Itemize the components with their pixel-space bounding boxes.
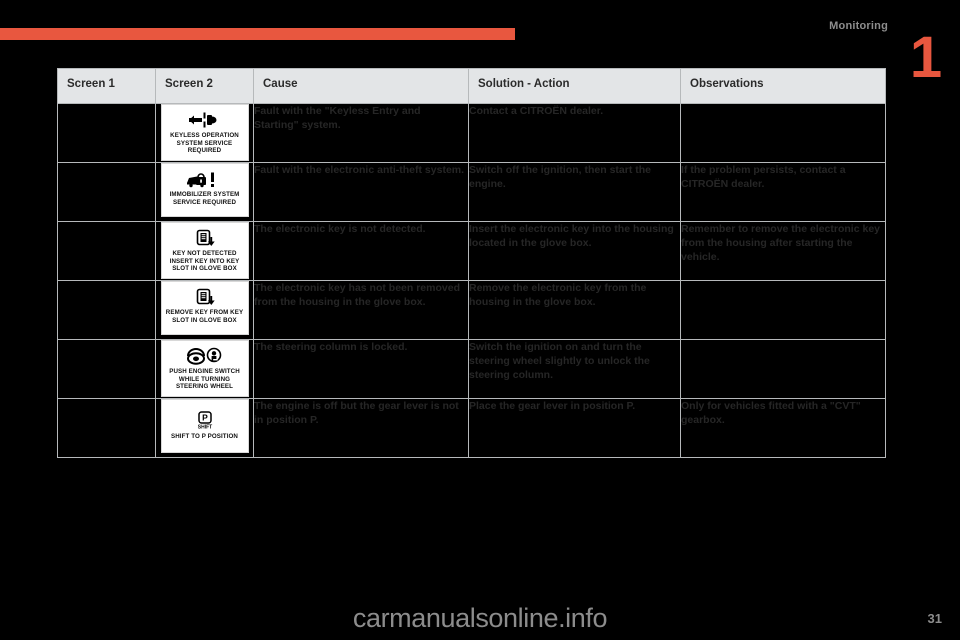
watermark: carmanualsonline.info [352, 603, 608, 633]
table-row: REMOVE KEY FROM KEY SLOT IN GLOVE BOX Th… [57, 280, 886, 340]
solution-cell: Insert the electronic key into the housi… [468, 221, 681, 281]
badge-text: REMOVE KEY FROM KEY SLOT IN GLOVE BOX [165, 309, 244, 324]
cause-cell: Fault with the electronic anti-theft sys… [253, 162, 469, 222]
table-row: P SHIFT SHIFT TO P POSITION The engine i… [57, 398, 886, 458]
badge-text: KEYLESS OPERATION SYSTEM SERVICE REQUIRE… [170, 132, 239, 155]
section-title: Monitoring [829, 20, 888, 32]
page-number: 31 [927, 611, 942, 626]
observations-cell [680, 280, 886, 340]
cause-cell: The steering column is locked. [253, 339, 469, 399]
screen1-cell [57, 103, 156, 163]
screen1-cell [57, 398, 156, 458]
solution-cell: Remove the electronic key from the housi… [468, 280, 681, 340]
column-header-screen1: Screen 1 [57, 68, 156, 104]
table-body: KEYLESS OPERATION SYSTEM SERVICE REQUIRE… [57, 103, 886, 458]
chapter-number-tab: 1 [909, 25, 943, 90]
observations-cell: Remember to remove the electronic key fr… [680, 221, 886, 281]
display-badge: PUSH ENGINE SWITCH WHILE TURNING STEERIN… [160, 340, 249, 397]
display-badge: IMMOBILIZER SYSTEM SERVICE REQUIRED [160, 163, 249, 217]
svg-text:SHIFT: SHIFT [197, 424, 211, 430]
badge-text: IMMOBILIZER SYSTEM SERVICE REQUIRED [169, 191, 240, 206]
screen1-cell [57, 221, 156, 281]
column-header-solution: Solution - Action [468, 68, 681, 104]
display-badge: KEYLESS OPERATION SYSTEM SERVICE REQUIRE… [160, 104, 249, 161]
solution-cell: Switch the ignition on and turn the stee… [468, 339, 681, 399]
screen2-cell: IMMOBILIZER SYSTEM SERVICE REQUIRED [155, 162, 254, 222]
observations-cell [680, 339, 886, 399]
cause-cell: The electronic key is not detected. [253, 221, 469, 281]
display-badge: KEY NOT DETECTED INSERT KEY INTO KEY SLO… [160, 222, 249, 279]
observations-cell: If the problem persists, contact a CITRO… [680, 162, 886, 222]
diagnostics-table: Screen 1 Screen 2 Cause Solution - Actio… [57, 68, 886, 458]
diagnostics-table-wrapper: Screen 1 Screen 2 Cause Solution - Actio… [57, 68, 886, 458]
steering-wheel-push-button-icon [186, 346, 224, 366]
park-shift-icon: P SHIFT [193, 410, 217, 431]
screen1-cell [57, 339, 156, 399]
screen2-cell: PUSH ENGINE SWITCH WHILE TURNING STEERIN… [155, 339, 254, 399]
header-accent-bar [0, 28, 515, 40]
badge-text: KEY NOT DETECTED INSERT KEY INTO KEY SLO… [169, 250, 240, 273]
observations-cell: Only for vehicles fitted with a "CVT" ge… [680, 398, 886, 458]
cause-cell: The electronic key has not been removed … [253, 280, 469, 340]
screen2-cell: KEY NOT DETECTED INSERT KEY INTO KEY SLO… [155, 221, 254, 281]
column-header-screen2: Screen 2 [155, 68, 254, 104]
display-badge: P SHIFT SHIFT TO P POSITION [160, 399, 249, 453]
table-row: PUSH ENGINE SWITCH WHILE TURNING STEERIN… [57, 339, 886, 399]
table-row: KEYLESS OPERATION SYSTEM SERVICE REQUIRE… [57, 103, 886, 163]
screen2-cell: KEYLESS OPERATION SYSTEM SERVICE REQUIRE… [155, 103, 254, 163]
table-header-row: Screen 1 Screen 2 Cause Solution - Actio… [57, 68, 886, 104]
screen1-cell [57, 280, 156, 340]
column-header-observations: Observations [680, 68, 886, 104]
solution-cell: Place the gear lever in position P. [468, 398, 681, 458]
table-row: KEY NOT DETECTED INSERT KEY INTO KEY SLO… [57, 221, 886, 281]
key-slot-insert-icon [193, 228, 217, 248]
badge-text: SHIFT TO P POSITION [171, 433, 238, 441]
display-badge: REMOVE KEY FROM KEY SLOT IN GLOVE BOX [160, 281, 249, 335]
svg-text:P: P [202, 412, 208, 422]
car-lock-warning-icon [185, 169, 225, 189]
screen2-cell: P SHIFT SHIFT TO P POSITION [155, 398, 254, 458]
observations-cell [680, 103, 886, 163]
cause-cell: The engine is off but the gear lever is … [253, 398, 469, 458]
keyless-remote-icon [187, 110, 223, 130]
cause-cell: Fault with the "Keyless Entry and Starti… [253, 103, 469, 163]
screen2-cell: REMOVE KEY FROM KEY SLOT IN GLOVE BOX [155, 280, 254, 340]
badge-text: PUSH ENGINE SWITCH WHILE TURNING STEERIN… [169, 368, 240, 391]
column-header-cause: Cause [253, 68, 469, 104]
solution-cell: Contact a CITROËN dealer. [468, 103, 681, 163]
table-row: IMMOBILIZER SYSTEM SERVICE REQUIRED Faul… [57, 162, 886, 222]
key-slot-remove-icon [193, 287, 217, 307]
solution-cell: Switch off the ignition, then start the … [468, 162, 681, 222]
screen1-cell [57, 162, 156, 222]
